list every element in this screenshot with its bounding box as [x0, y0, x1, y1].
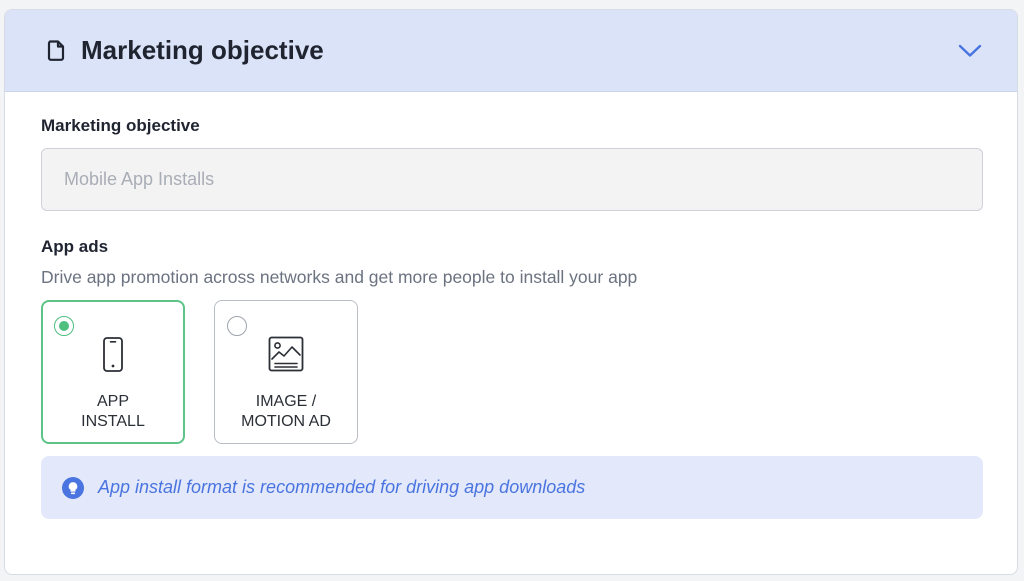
- option-label-line: APP: [96, 393, 129, 410]
- chevron-down-icon[interactable]: [957, 38, 983, 64]
- mobile-phone-icon: [94, 336, 132, 374]
- lightbulb-icon: [62, 476, 84, 499]
- option-app-install-label: APP INSTALL: [43, 392, 183, 432]
- option-app-install[interactable]: APP INSTALL: [41, 300, 185, 444]
- panel-header[interactable]: Marketing objective: [5, 10, 1017, 92]
- radio-selected-dot: [59, 321, 69, 331]
- radio-app-install[interactable]: [54, 316, 74, 336]
- objective-input-value: Mobile App Installs: [64, 169, 215, 189]
- app-ads-description: Drive app promotion across networks and …: [41, 267, 638, 287]
- radio-image-motion-ad[interactable]: [227, 316, 247, 336]
- option-image-motion-ad-label: IMAGE / MOTION AD: [215, 392, 357, 432]
- recommendation-text: App install format is recommended for dr…: [98, 477, 586, 497]
- app-ads-label: App ads: [41, 237, 109, 256]
- document-icon: [47, 40, 67, 62]
- panel-title: Marketing objective: [81, 35, 324, 65]
- option-label-line: INSTALL: [81, 413, 145, 430]
- marketing-objective-panel: Marketing objective Marketing objective …: [4, 9, 1018, 575]
- image-icon: [267, 335, 305, 373]
- option-image-motion-ad[interactable]: IMAGE / MOTION AD: [214, 300, 358, 444]
- objective-field-label: Marketing objective: [41, 116, 200, 135]
- panel-body: Marketing objective Mobile App Installs …: [5, 92, 1017, 519]
- option-label-line: MOTION AD: [241, 413, 331, 430]
- recommendation-info-box: App install format is recommended for dr…: [41, 456, 983, 519]
- ad-format-options: APP INSTALL IMAGE / MOTION AD: [41, 300, 981, 444]
- option-label-line: IMAGE /: [255, 393, 317, 410]
- objective-input[interactable]: Mobile App Installs: [41, 148, 983, 211]
